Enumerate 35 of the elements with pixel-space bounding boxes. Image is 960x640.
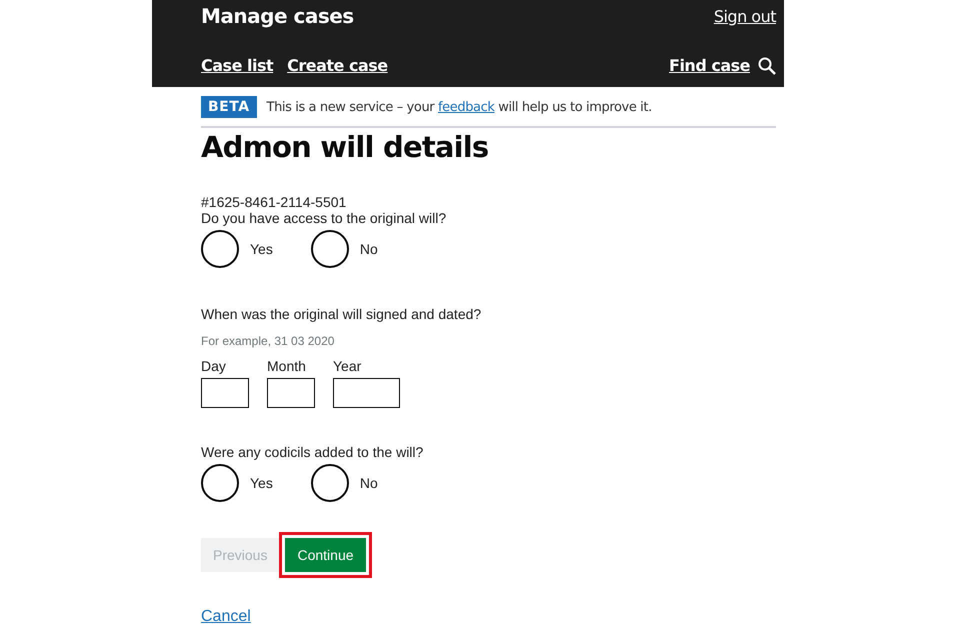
beta-message: This is a new service – your feedback will help us to improve it.	[266, 100, 652, 114]
date-label: Month	[267, 358, 307, 374]
radio-button[interactable]	[310, 464, 349, 502]
beta-tag: BETA	[201, 96, 257, 118]
radio-button[interactable]	[201, 464, 239, 502]
service-title: Manage cases	[201, 4, 354, 28]
radio-option[interactable]: Yes	[201, 464, 273, 502]
hint-text: For example, 31 03 2020	[201, 334, 336, 348]
date-input[interactable]	[333, 378, 400, 408]
case-reference: #1625-8461-2114-5501	[201, 194, 348, 210]
radio-label: No	[360, 475, 378, 491]
radio-label: No	[360, 241, 378, 257]
nav-link[interactable]: Create case	[287, 56, 388, 75]
radio-button[interactable]	[201, 230, 239, 268]
date-label: Year	[333, 358, 362, 374]
date-input[interactable]	[267, 378, 315, 408]
search-icon[interactable]	[758, 56, 776, 74]
radio-label: Yes	[250, 241, 273, 257]
radio-option[interactable]: Yes	[201, 230, 273, 268]
radio-button[interactable]	[310, 230, 349, 268]
find-case-link[interactable]: Find case	[669, 56, 750, 75]
question-label: When was the original will signed and dated?	[201, 306, 482, 322]
question-label: Were any codicils added to the will?	[201, 444, 424, 460]
radio-option[interactable]: No	[310, 230, 378, 268]
cancel-link[interactable]: Cancel	[201, 608, 251, 625]
date-input[interactable]	[201, 378, 249, 408]
radio-label: Yes	[250, 475, 273, 491]
question-label: Do you have access to the original will?	[201, 210, 448, 226]
date-label: Day	[201, 358, 227, 374]
nav-link[interactable]: Case list	[201, 56, 274, 75]
continue-button[interactable]: Continue	[285, 538, 366, 572]
sign-out-link[interactable]: Sign out	[714, 6, 776, 26]
page-heading: Admon will details	[201, 130, 490, 164]
feedback-link[interactable]: feedback	[438, 100, 494, 114]
radio-option[interactable]: No	[310, 464, 378, 502]
